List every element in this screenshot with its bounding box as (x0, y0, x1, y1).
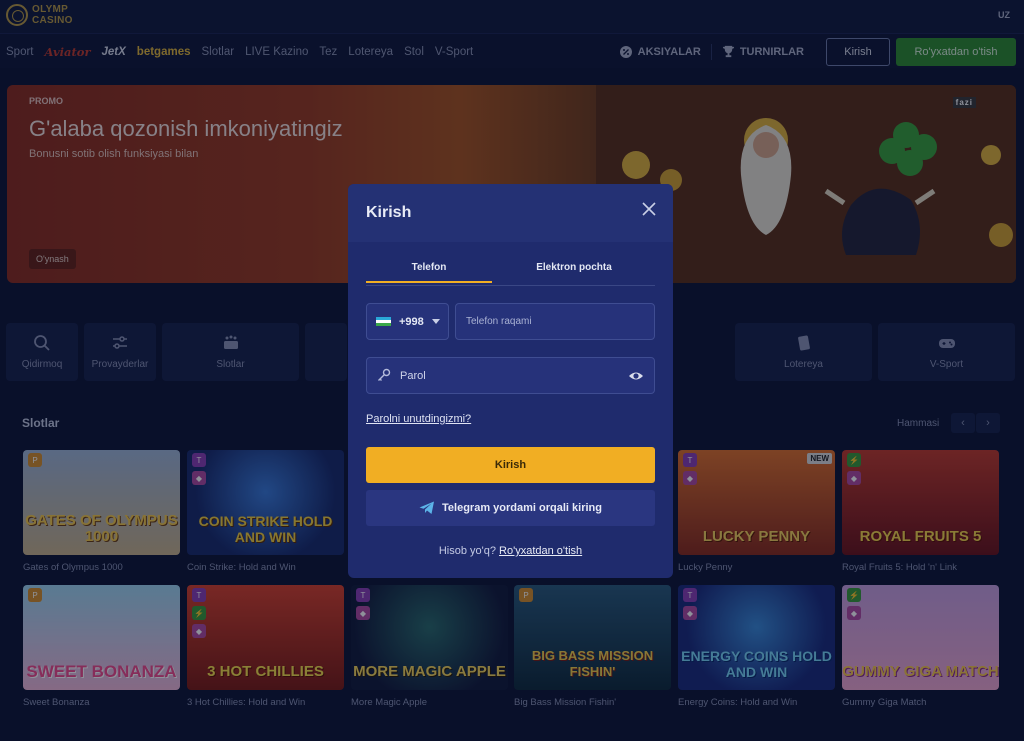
register-link[interactable]: Ro'yxatdan o'tish (499, 545, 582, 557)
eye-icon[interactable] (628, 369, 644, 383)
phone-input[interactable] (455, 303, 655, 340)
modal-header: Kirish (348, 184, 673, 242)
country-code-value: +998 (399, 315, 424, 328)
telegram-icon (419, 501, 435, 514)
forgot-password-link[interactable]: Parolni unutdingizmi? (366, 413, 471, 425)
login-method-tabs: Telefon Elektron pochta (366, 262, 655, 286)
no-account-text: Hisob yo'q? (438, 545, 496, 557)
telegram-login-label: Telegram yordami orqali kiring (442, 502, 602, 514)
telegram-login-button[interactable]: Telegram yordami orqali kiring (366, 490, 655, 526)
modal-title: Kirish (366, 204, 412, 221)
chevron-down-icon (431, 318, 440, 324)
password-input[interactable] (400, 358, 620, 393)
close-icon[interactable] (641, 201, 657, 217)
key-icon (378, 368, 391, 381)
login-modal: Kirish Telefon Elektron pochta +998 Paro… (348, 184, 673, 578)
no-account-prompt: Hisob yo'q? Ro'yxatdan o'tish (348, 545, 673, 557)
uzbekistan-flag-icon (376, 316, 391, 327)
country-code-select[interactable]: +998 (366, 303, 449, 340)
tab-email[interactable]: Elektron pochta (511, 262, 637, 273)
password-field[interactable] (366, 357, 655, 394)
login-submit-button[interactable]: Kirish (366, 447, 655, 483)
tab-phone[interactable]: Telefon (366, 262, 492, 283)
